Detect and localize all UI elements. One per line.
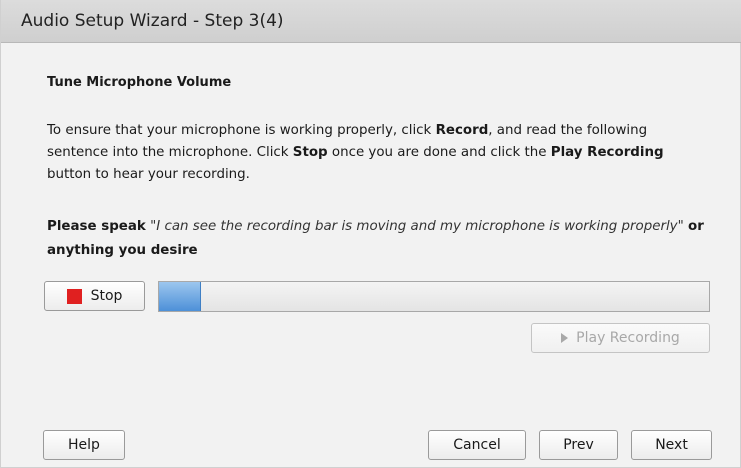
speak-prompt: Please speak "I can see the recording ba… — [47, 215, 717, 263]
stop-button[interactable]: Stop — [44, 281, 145, 311]
recording-level-meter — [158, 281, 710, 312]
audio-setup-wizard-dialog: Audio Setup Wizard - Step 3(4) Tune Micr… — [0, 0, 741, 468]
instructions-text: To ensure that your microphone is workin… — [47, 120, 707, 186]
instructions-part-4: button to hear your recording. — [47, 167, 250, 182]
prev-button-label: Prev — [563, 437, 594, 453]
instructions-part-3: once you are done and click the — [327, 145, 551, 160]
section-heading: Tune Microphone Volume — [47, 75, 232, 90]
help-button[interactable]: Help — [43, 430, 125, 460]
help-button-label: Help — [68, 437, 100, 453]
stop-button-label: Stop — [90, 288, 123, 304]
cancel-button-label: Cancel — [453, 437, 501, 453]
stop-square-icon — [66, 288, 82, 304]
instructions-play-word: Play Recording — [550, 145, 664, 160]
play-recording-button[interactable]: Play Recording — [531, 323, 710, 353]
speak-quote: "I can see the recording bar is moving a… — [150, 219, 684, 234]
recording-level-fill — [159, 282, 202, 311]
play-recording-label: Play Recording — [576, 330, 680, 346]
play-triangle-icon — [561, 333, 569, 343]
next-button[interactable]: Next — [631, 430, 712, 460]
title-bar: Audio Setup Wizard - Step 3(4) — [1, 0, 741, 43]
instructions-part-1: To ensure that your microphone is workin… — [47, 123, 436, 138]
instructions-stop-word: Stop — [292, 145, 328, 160]
next-button-label: Next — [655, 437, 688, 453]
cancel-button[interactable]: Cancel — [428, 430, 526, 460]
instructions-record-word: Record — [435, 123, 489, 138]
speak-lead: Please speak — [47, 219, 146, 234]
prev-button[interactable]: Prev — [539, 430, 618, 460]
window-title: Audio Setup Wizard - Step 3(4) — [21, 11, 284, 31]
